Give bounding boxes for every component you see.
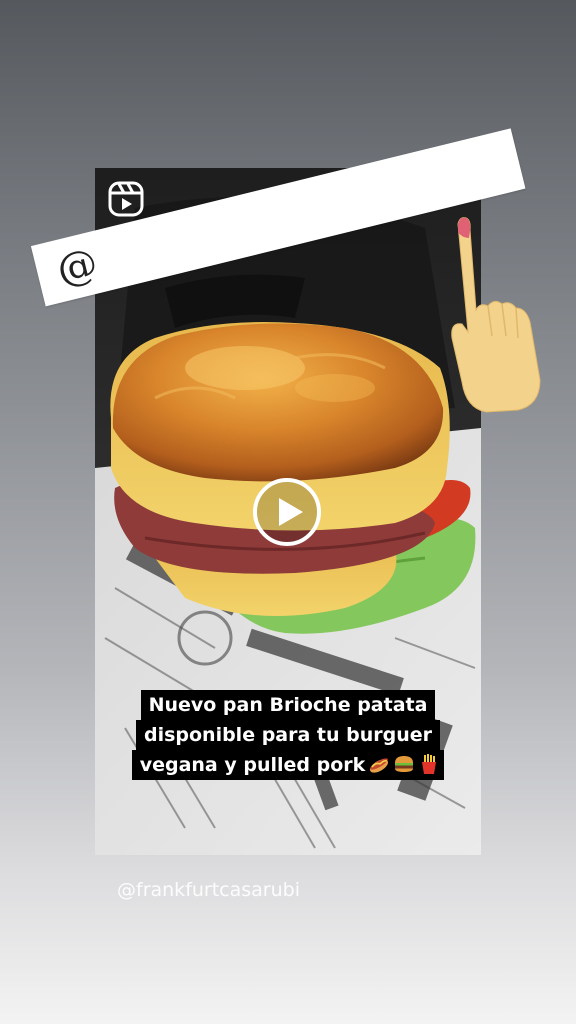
caption-line-3-text: vegana y pulled pork — [139, 754, 366, 776]
mention-at-symbol: @ — [52, 239, 103, 294]
burger-emoji — [395, 756, 414, 772]
pointing-hand-icon — [451, 217, 541, 413]
caption-line-2: disponible para tu burguer — [135, 720, 441, 750]
caption-line-1: Nuevo pan Brioche patata — [140, 690, 436, 720]
reels-icon — [108, 181, 144, 217]
caption-line-3: vegana y pulled pork — [131, 750, 445, 780]
hotdog-emoji — [370, 758, 389, 773]
play-icon[interactable] — [251, 476, 323, 548]
username-mention[interactable]: @frankfurtcasarubi — [117, 877, 300, 903]
post-caption: Nuevo pan Brioche patata disponible para… — [95, 690, 481, 780]
fries-emoji — [422, 754, 437, 774]
